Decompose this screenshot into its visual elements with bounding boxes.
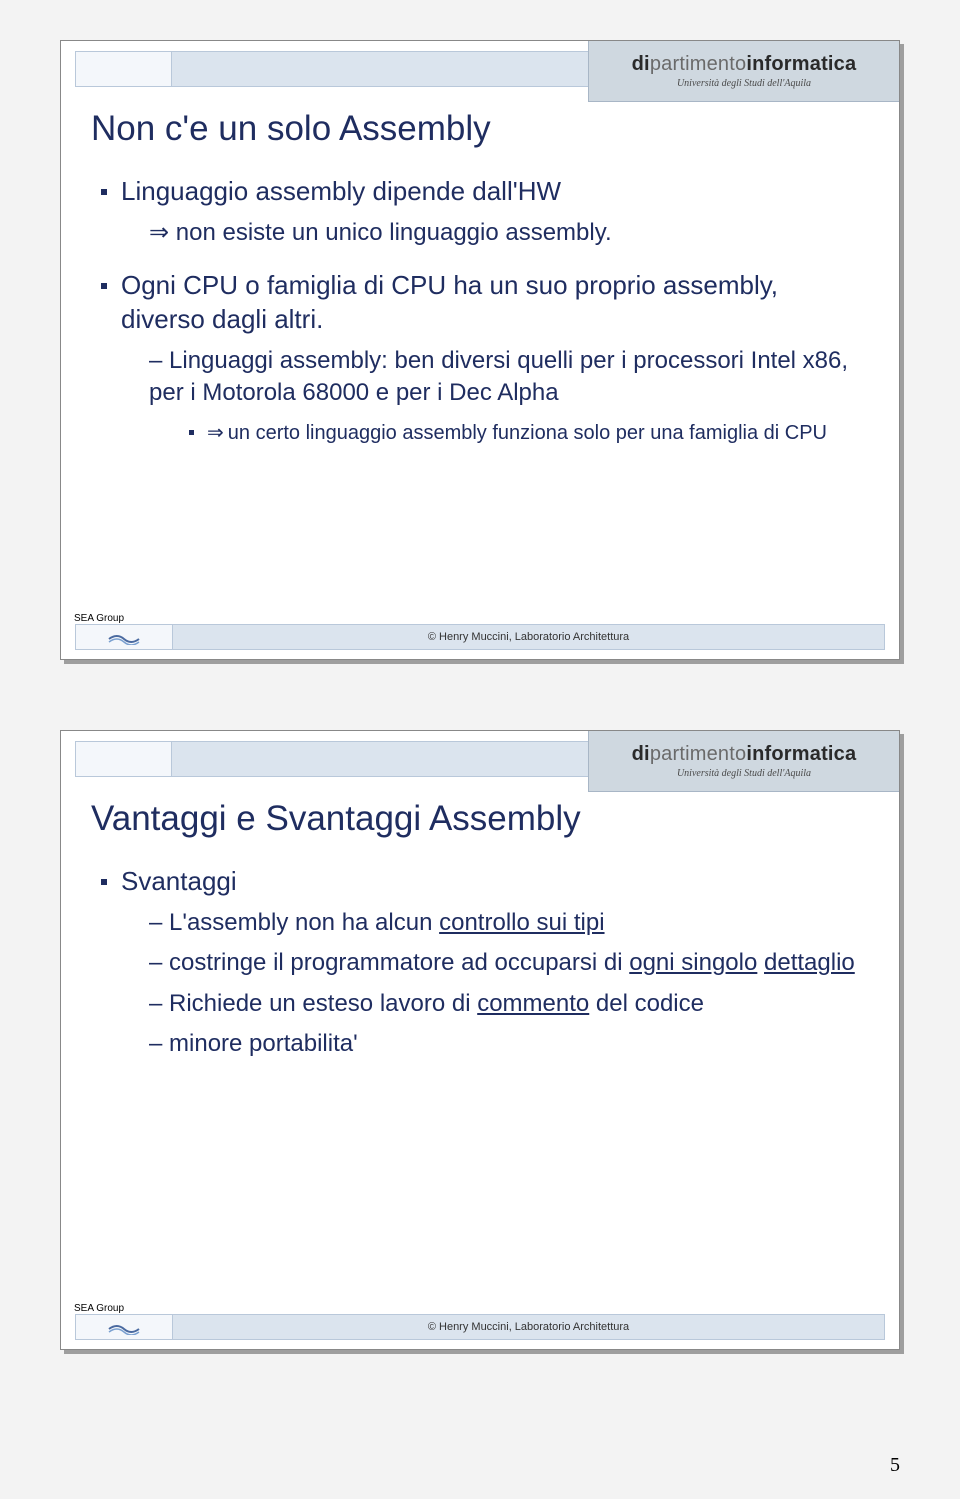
sub-bullet-dash: minore portabilita' <box>149 1028 869 1060</box>
brand-banner: dipartimentoinformatica Università degli… <box>588 41 899 102</box>
sub-bullet-text: non esiste un unico linguaggio assembly. <box>176 219 612 246</box>
sub-bullet-dash: L'assembly non ha alcun controllo sui ti… <box>149 907 869 939</box>
footer-left-cell: SEA Group <box>75 624 173 650</box>
brand-word1: partimento <box>650 743 747 765</box>
brand-word1: partimento <box>650 53 747 75</box>
sea-group-label: SEA Group <box>74 1303 124 1314</box>
topbar-left-cell <box>76 742 172 776</box>
text-part: del codice <box>589 990 704 1017</box>
sub-bullet-arrow: non esiste un unico linguaggio assembly. <box>149 217 869 249</box>
slide-1: dipartimentoinformatica Università degli… <box>60 40 900 660</box>
text-underline: dettaglio <box>764 949 855 976</box>
sub-bullet-text: minore portabilita' <box>169 1030 358 1057</box>
bullet-text: Svantaggi <box>121 866 237 896</box>
text-underline: commento <box>477 990 589 1017</box>
sub-sub-bullet: ⇒un certo linguaggio assembly funziona s… <box>189 420 869 447</box>
sub-bullet-text: Linguaggi assembly: ben diversi quelli p… <box>149 347 848 406</box>
brand-banner: dipartimentoinformatica Università degli… <box>588 731 899 792</box>
bullet-text: Linguaggio assembly dipende dall'HW <box>121 176 561 206</box>
footer-credit: © Henry Muccini, Laboratorio Architettur… <box>428 1321 629 1333</box>
sub-sub-bullet-text: un certo linguaggio assembly funziona so… <box>228 422 827 444</box>
slide-1-footer: SEA Group © Henry Muccini, Laboratorio A… <box>75 625 885 649</box>
slide-2-body: Vantaggi e Svantaggi Assembly Svantaggi … <box>91 789 869 1309</box>
arrow-icon: ⇒ <box>207 422 224 444</box>
brand-title: dipartimentoinformatica <box>632 53 857 76</box>
text-part: L'assembly non ha alcun <box>169 909 439 936</box>
text-part: Richiede un esteso lavoro di <box>169 990 477 1017</box>
footer-right-cell: © Henry Muccini, Laboratorio Architettur… <box>173 624 885 650</box>
footer-right-cell: © Henry Muccini, Laboratorio Architettur… <box>173 1314 885 1340</box>
slide-1-body: Non c'e un solo Assembly Linguaggio asse… <box>91 99 869 619</box>
brand-subtitle: Università degli Studi dell'Aquila <box>677 78 811 89</box>
slide-1-bullets: Linguaggio assembly dipende dall'HW non … <box>91 175 869 447</box>
text-underline: ogni singolo <box>629 949 757 976</box>
sea-group-icon <box>107 1319 141 1335</box>
slide-1-title: Non c'e un solo Assembly <box>91 109 869 149</box>
footer-credit: © Henry Muccini, Laboratorio Architettur… <box>428 631 629 643</box>
topbar-left-cell <box>76 52 172 86</box>
sub-bullet-dash: costringe il programmatore ad occuparsi … <box>149 947 869 979</box>
brand-prefix: di <box>632 53 650 75</box>
bullet-text: Ogni CPU o famiglia di CPU ha un suo pro… <box>121 270 778 334</box>
brand-prefix: di <box>632 743 650 765</box>
text-part <box>757 949 764 976</box>
sub-bullet-dash: Richiede un esteso lavoro di commento de… <box>149 988 869 1020</box>
bullet: Svantaggi L'assembly non ha alcun contro… <box>101 865 869 1060</box>
slide-2-title: Vantaggi e Svantaggi Assembly <box>91 799 869 839</box>
brand-word2: informatica <box>746 743 856 765</box>
brand-subtitle: Università degli Studi dell'Aquila <box>677 768 811 779</box>
sub-bullet-dash: Linguaggi assembly: ben diversi quelli p… <box>149 345 869 410</box>
brand-word2: informatica <box>746 53 856 75</box>
page-number: 5 <box>890 1454 900 1477</box>
slide-2-footer: SEA Group © Henry Muccini, Laboratorio A… <box>75 1315 885 1339</box>
slide-2-bullets: Svantaggi L'assembly non ha alcun contro… <box>91 865 869 1060</box>
bullet: Linguaggio assembly dipende dall'HW non … <box>101 175 869 249</box>
sea-group-label: SEA Group <box>74 613 124 624</box>
brand-title: dipartimentoinformatica <box>632 743 857 766</box>
sea-group-icon <box>107 629 141 645</box>
text-underline: controllo sui tipi <box>439 909 604 936</box>
footer-left-cell: SEA Group <box>75 1314 173 1340</box>
slide-2: dipartimentoinformatica Università degli… <box>60 730 900 1350</box>
text-part: costringe il programmatore ad occuparsi … <box>169 949 629 976</box>
bullet: Ogni CPU o famiglia di CPU ha un suo pro… <box>101 269 869 446</box>
